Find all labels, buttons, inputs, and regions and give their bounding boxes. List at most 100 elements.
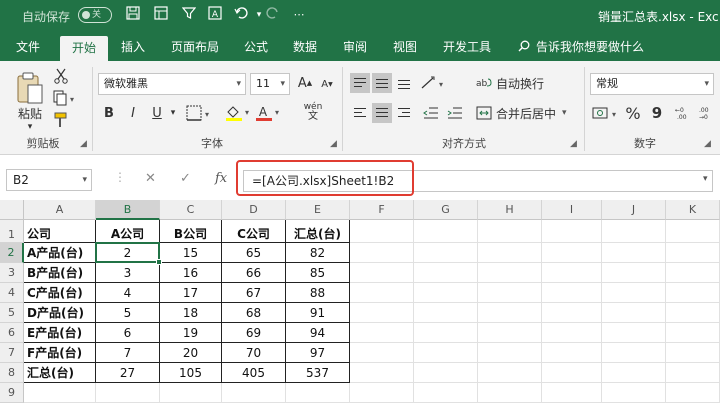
worksheet-grid[interactable]: ABCDEFGHIJK 123456789 公司 A公司 B公司 C公司 汇总(台) A产… xyxy=(0,200,720,406)
cell-i5[interactable] xyxy=(542,303,602,323)
alignment-launcher-icon[interactable]: ◢ xyxy=(570,139,577,149)
grow-font-button[interactable]: A ▲ xyxy=(296,73,314,93)
row-header-2[interactable]: 2 xyxy=(0,243,24,263)
cell-h2[interactable] xyxy=(478,243,542,263)
cell-i1[interactable] xyxy=(542,220,602,243)
cell-b9[interactable] xyxy=(96,383,160,403)
format-painter-icon[interactable] xyxy=(52,111,70,129)
cell-e7[interactable]: 97 xyxy=(286,343,350,363)
cell-f1[interactable] xyxy=(350,220,414,243)
align-top-button[interactable] xyxy=(350,73,370,93)
cell-g7[interactable] xyxy=(414,343,478,363)
number-format-select[interactable]: 常规 ▾ xyxy=(590,73,714,95)
cell-c7[interactable]: 20 xyxy=(160,343,222,363)
increase-decimal-icon[interactable]: ←0.00 xyxy=(674,103,696,123)
enter-icon[interactable]: ✓ xyxy=(180,171,191,186)
tell-me-search[interactable]: 告诉我你想要做什么 xyxy=(518,33,644,61)
paste-button[interactable]: 粘贴 xyxy=(10,105,50,121)
cell-f3[interactable] xyxy=(350,263,414,283)
font-color-quick-icon[interactable]: A xyxy=(206,6,224,24)
number-launcher-icon[interactable]: ◢ xyxy=(704,139,711,149)
row-header-5[interactable]: 5 xyxy=(0,303,24,323)
column-header-g[interactable]: G xyxy=(414,200,478,220)
tab-home[interactable]: 开始 xyxy=(60,36,108,61)
column-header-d[interactable]: D xyxy=(222,200,286,220)
column-header-f[interactable]: F xyxy=(350,200,414,220)
tab-data[interactable]: 数据 xyxy=(284,33,326,61)
accounting-format-icon[interactable]: ▾ xyxy=(592,103,620,123)
cell-b1[interactable]: A公司 xyxy=(96,220,160,243)
bold-button[interactable]: B xyxy=(100,103,118,123)
cell-a1[interactable]: 公司 xyxy=(24,220,96,243)
cell-a9[interactable] xyxy=(24,383,96,403)
cell-c9[interactable] xyxy=(160,383,222,403)
cell-k3[interactable] xyxy=(666,263,720,283)
cell-e1[interactable]: 汇总(台) xyxy=(286,220,350,243)
align-bottom-button[interactable] xyxy=(394,73,414,93)
cell-c2[interactable]: 15 xyxy=(160,243,222,263)
cell-a5[interactable]: D产品(台) xyxy=(24,303,96,323)
cell-e9[interactable] xyxy=(286,383,350,403)
tab-page-layout[interactable]: 页面布局 xyxy=(162,33,228,61)
tab-insert[interactable]: 插入 xyxy=(112,33,154,61)
underline-dropdown-icon[interactable]: ▾ xyxy=(168,105,178,121)
row-header-1[interactable]: 1 xyxy=(0,220,24,243)
cell-d5[interactable]: 68 xyxy=(222,303,286,323)
cell-b6[interactable]: 6 xyxy=(96,323,160,343)
decrease-decimal-icon[interactable]: .00 →0 xyxy=(698,103,718,123)
cell-c8[interactable]: 105 xyxy=(160,363,222,383)
column-header-c[interactable]: C xyxy=(160,200,222,220)
tab-review[interactable]: 审阅 xyxy=(334,33,376,61)
align-center-button[interactable] xyxy=(372,103,392,123)
cell-f8[interactable] xyxy=(350,363,414,383)
column-header-i[interactable]: I xyxy=(542,200,602,220)
cell-i2[interactable] xyxy=(542,243,602,263)
insert-function-button[interactable]: fx xyxy=(215,171,227,186)
cell-i8[interactable] xyxy=(542,363,602,383)
cell-d8[interactable]: 405 xyxy=(222,363,286,383)
align-right-button[interactable] xyxy=(394,103,414,123)
cell-b8[interactable]: 27 xyxy=(96,363,160,383)
cell-b3[interactable]: 3 xyxy=(96,263,160,283)
cell-a2[interactable]: A产品(台) xyxy=(24,243,96,263)
save-icon[interactable] xyxy=(124,6,142,24)
cell-k9[interactable] xyxy=(666,383,720,403)
align-middle-button[interactable] xyxy=(372,73,392,93)
cell-j1[interactable] xyxy=(602,220,666,243)
decrease-indent-icon[interactable] xyxy=(420,103,442,123)
comma-style-button[interactable]: 9 xyxy=(648,103,666,123)
cell-a6[interactable]: E产品(台) xyxy=(24,323,96,343)
cell-e3[interactable]: 85 xyxy=(286,263,350,283)
clipboard-launcher-icon[interactable]: ◢ xyxy=(80,139,87,149)
cell-k2[interactable] xyxy=(666,243,720,263)
cell-c1[interactable]: B公司 xyxy=(160,220,222,243)
cell-k7[interactable] xyxy=(666,343,720,363)
cell-e2[interactable]: 82 xyxy=(286,243,350,263)
font-size-select[interactable]: 11 ▾ xyxy=(250,73,290,95)
column-header-h[interactable]: H xyxy=(478,200,542,220)
cell-k1[interactable] xyxy=(666,220,720,243)
cell-i6[interactable] xyxy=(542,323,602,343)
cell-a8[interactable]: 汇总(台) xyxy=(24,363,96,383)
cell-f4[interactable] xyxy=(350,283,414,303)
borders-icon[interactable]: ▾ xyxy=(186,103,212,123)
font-color-icon[interactable]: A ▾ xyxy=(254,103,282,123)
row-header-9[interactable]: 9 xyxy=(0,383,24,403)
paste-icon[interactable] xyxy=(12,69,48,109)
cell-e6[interactable]: 94 xyxy=(286,323,350,343)
cell-g9[interactable] xyxy=(414,383,478,403)
cell-j2[interactable] xyxy=(602,243,666,263)
cancel-icon[interactable]: ✕ xyxy=(145,171,156,186)
phonetic-guide-button[interactable]: wén 文 xyxy=(298,101,328,123)
select-all-button[interactable] xyxy=(0,200,24,220)
cell-j4[interactable] xyxy=(602,283,666,303)
wrap-text-button[interactable]: ab 自动换行 xyxy=(476,73,556,93)
tab-view[interactable]: 视图 xyxy=(384,33,426,61)
cell-j7[interactable] xyxy=(602,343,666,363)
italic-button[interactable]: I xyxy=(124,103,142,123)
cell-e5[interactable]: 91 xyxy=(286,303,350,323)
cell-d1[interactable]: C公司 xyxy=(222,220,286,243)
cell-i9[interactable] xyxy=(542,383,602,403)
cell-k6[interactable] xyxy=(666,323,720,343)
cell-b7[interactable]: 7 xyxy=(96,343,160,363)
